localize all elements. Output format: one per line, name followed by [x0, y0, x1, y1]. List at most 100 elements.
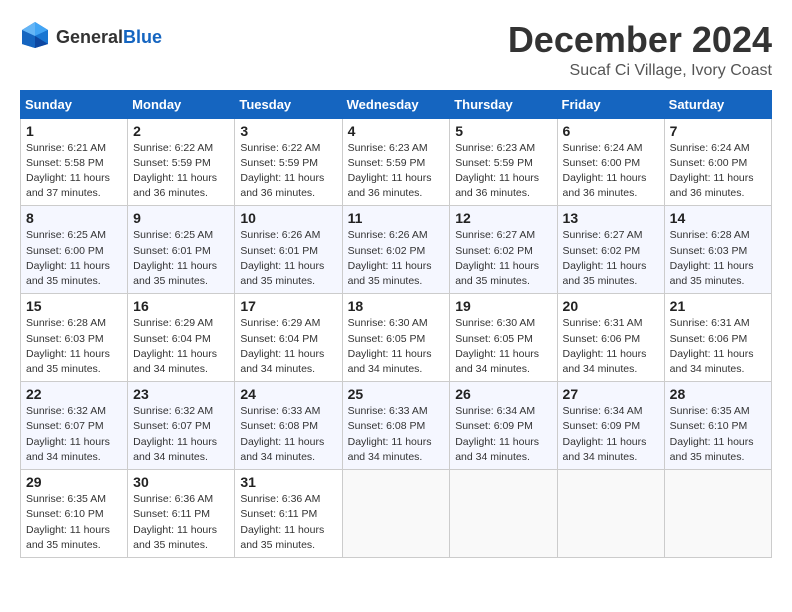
day-info: Sunrise: 6:23 AMSunset: 5:59 PMDaylight:…: [348, 141, 445, 202]
day-number: 20: [563, 298, 659, 314]
calendar-cell: 14Sunrise: 6:28 AMSunset: 6:03 PMDayligh…: [664, 206, 771, 294]
day-info: Sunrise: 6:21 AMSunset: 5:58 PMDaylight:…: [26, 141, 122, 202]
day-info: Sunrise: 6:26 AMSunset: 6:01 PMDaylight:…: [240, 228, 336, 289]
calendar-cell: 12 Sunrise: 6:27 AMSunset: 6:02 PMDayligh…: [450, 206, 557, 294]
day-info: Sunrise: 6:32 AMSunset: 6:07 PMDaylight:…: [26, 404, 122, 465]
day-info: Sunrise: 6:25 AMSunset: 6:00 PMDaylight:…: [26, 228, 122, 289]
calendar-cell: 15 Sunrise: 6:28 AMSunset: 6:03 PMDayligh…: [21, 294, 128, 382]
calendar-day-header: Monday: [128, 90, 235, 118]
day-number: 7: [670, 123, 766, 139]
calendar-day-header: Saturday: [664, 90, 771, 118]
calendar-cell: 18 Sunrise: 6:30 AMSunset: 6:05 PMDayligh…: [342, 294, 450, 382]
day-number: 15: [26, 298, 122, 314]
day-info: Sunrise: 6:27 AMSunset: 6:02 PMDaylight:…: [563, 228, 659, 289]
calendar-cell: [450, 470, 557, 558]
day-info: Sunrise: 6:27 AMSunset: 6:02 PMDaylight:…: [455, 228, 551, 289]
day-number: 19: [455, 298, 551, 314]
location-title: Sucaf Ci Village, Ivory Coast: [508, 62, 772, 80]
month-title: December 2024: [508, 20, 772, 60]
day-info: Sunrise: 6:35 AMSunset: 6:10 PMDaylight:…: [670, 404, 766, 465]
logo-general: General: [56, 27, 123, 47]
day-number: 3: [240, 123, 336, 139]
calendar-cell: 19 Sunrise: 6:30 AMSunset: 6:05 PMDayligh…: [450, 294, 557, 382]
day-info: Sunrise: 6:23 AMSunset: 5:59 PMDaylight:…: [455, 141, 551, 202]
calendar-cell: 20 Sunrise: 6:31 AMSunset: 6:06 PMDayligh…: [557, 294, 664, 382]
calendar-week-row: 8Sunrise: 6:25 AMSunset: 6:00 PMDaylight…: [21, 206, 772, 294]
day-number: 9: [133, 210, 229, 226]
day-number: 25: [348, 386, 445, 402]
day-number: 12: [455, 210, 551, 226]
calendar-cell: 28Sunrise: 6:35 AMSunset: 6:10 PMDayligh…: [664, 382, 771, 470]
day-info: Sunrise: 6:29 AMSunset: 6:04 PMDaylight:…: [133, 316, 229, 377]
day-info: Sunrise: 6:30 AMSunset: 6:05 PMDaylight:…: [455, 316, 551, 377]
logo-text: GeneralBlue: [56, 28, 162, 48]
day-number: 17: [240, 298, 336, 314]
day-number: 26: [455, 386, 551, 402]
calendar-cell: 22 Sunrise: 6:32 AMSunset: 6:07 PMDayligh…: [21, 382, 128, 470]
calendar-cell: 25 Sunrise: 6:33 AMSunset: 6:08 PMDayligh…: [342, 382, 450, 470]
day-number: 4: [348, 123, 445, 139]
day-number: 23: [133, 386, 229, 402]
day-number: 11: [348, 210, 445, 226]
day-info: Sunrise: 6:22 AMSunset: 5:59 PMDaylight:…: [240, 141, 336, 202]
day-info: Sunrise: 6:24 AMSunset: 6:00 PMDaylight:…: [563, 141, 659, 202]
calendar-week-row: 29 Sunrise: 6:35 AMSunset: 6:10 PMDayligh…: [21, 470, 772, 558]
calendar-header-row: SundayMondayTuesdayWednesdayThursdayFrid…: [21, 90, 772, 118]
day-info: Sunrise: 6:28 AMSunset: 6:03 PMDaylight:…: [670, 228, 766, 289]
day-number: 18: [348, 298, 445, 314]
day-info: Sunrise: 6:35 AMSunset: 6:10 PMDaylight:…: [26, 492, 122, 553]
calendar-cell: 17Sunrise: 6:29 AMSunset: 6:04 PMDayligh…: [235, 294, 342, 382]
calendar-cell: [342, 470, 450, 558]
day-info: Sunrise: 6:31 AMSunset: 6:06 PMDaylight:…: [670, 316, 766, 377]
calendar-day-header: Friday: [557, 90, 664, 118]
calendar-cell: 5Sunrise: 6:23 AMSunset: 5:59 PMDaylight…: [450, 118, 557, 206]
day-info: Sunrise: 6:33 AMSunset: 6:08 PMDaylight:…: [348, 404, 445, 465]
day-info: Sunrise: 6:34 AMSunset: 6:09 PMDaylight:…: [563, 404, 659, 465]
calendar-cell: 1 Sunrise: 6:21 AMSunset: 5:58 PMDaylight…: [21, 118, 128, 206]
calendar-cell: 16 Sunrise: 6:29 AMSunset: 6:04 PMDayligh…: [128, 294, 235, 382]
day-info: Sunrise: 6:32 AMSunset: 6:07 PMDaylight:…: [133, 404, 229, 465]
title-area: December 2024 Sucaf Ci Village, Ivory Co…: [508, 20, 772, 80]
day-info: Sunrise: 6:36 AMSunset: 6:11 PMDaylight:…: [240, 492, 336, 553]
logo-blue: Blue: [123, 27, 162, 47]
day-info: Sunrise: 6:36 AMSunset: 6:11 PMDaylight:…: [133, 492, 229, 553]
day-info: Sunrise: 6:31 AMSunset: 6:06 PMDaylight:…: [563, 316, 659, 377]
calendar-cell: 3 Sunrise: 6:22 AMSunset: 5:59 PMDaylight…: [235, 118, 342, 206]
day-number: 21: [670, 298, 766, 314]
calendar-body: 1 Sunrise: 6:21 AMSunset: 5:58 PMDaylight…: [21, 118, 772, 557]
day-number: 27: [563, 386, 659, 402]
day-number: 22: [26, 386, 122, 402]
calendar-cell: 29 Sunrise: 6:35 AMSunset: 6:10 PMDayligh…: [21, 470, 128, 558]
calendar-cell: [664, 470, 771, 558]
day-info: Sunrise: 6:30 AMSunset: 6:05 PMDaylight:…: [348, 316, 445, 377]
day-number: 24: [240, 386, 336, 402]
day-number: 13: [563, 210, 659, 226]
day-info: Sunrise: 6:26 AMSunset: 6:02 PMDaylight:…: [348, 228, 445, 289]
day-number: 16: [133, 298, 229, 314]
calendar-cell: 10 Sunrise: 6:26 AMSunset: 6:01 PMDayligh…: [235, 206, 342, 294]
calendar-week-row: 1 Sunrise: 6:21 AMSunset: 5:58 PMDaylight…: [21, 118, 772, 206]
day-info: Sunrise: 6:25 AMSunset: 6:01 PMDaylight:…: [133, 228, 229, 289]
day-number: 29: [26, 474, 122, 490]
day-info: Sunrise: 6:22 AMSunset: 5:59 PMDaylight:…: [133, 141, 229, 202]
day-info: Sunrise: 6:33 AMSunset: 6:08 PMDaylight:…: [240, 404, 336, 465]
calendar-cell: 31 Sunrise: 6:36 AMSunset: 6:11 PMDayligh…: [235, 470, 342, 558]
calendar-cell: 4 Sunrise: 6:23 AMSunset: 5:59 PMDaylight…: [342, 118, 450, 206]
day-info: Sunrise: 6:28 AMSunset: 6:03 PMDaylight:…: [26, 316, 122, 377]
day-number: 10: [240, 210, 336, 226]
calendar-cell: 21 Sunrise: 6:31 AMSunset: 6:06 PMDayligh…: [664, 294, 771, 382]
calendar-cell: 24 Sunrise: 6:33 AMSunset: 6:08 PMDayligh…: [235, 382, 342, 470]
calendar-day-header: Thursday: [450, 90, 557, 118]
day-number: 1: [26, 123, 122, 139]
calendar-cell: 6Sunrise: 6:24 AMSunset: 6:00 PMDaylight…: [557, 118, 664, 206]
calendar-cell: 30 Sunrise: 6:36 AMSunset: 6:11 PMDayligh…: [128, 470, 235, 558]
calendar-cell: 7Sunrise: 6:24 AMSunset: 6:00 PMDaylight…: [664, 118, 771, 206]
calendar-week-row: 15 Sunrise: 6:28 AMSunset: 6:03 PMDayligh…: [21, 294, 772, 382]
day-number: 30: [133, 474, 229, 490]
calendar-day-header: Wednesday: [342, 90, 450, 118]
calendar-cell: 8Sunrise: 6:25 AMSunset: 6:00 PMDaylight…: [21, 206, 128, 294]
calendar-cell: 27 Sunrise: 6:34 AMSunset: 6:09 PMDayligh…: [557, 382, 664, 470]
day-info: Sunrise: 6:34 AMSunset: 6:09 PMDaylight:…: [455, 404, 551, 465]
day-number: 31: [240, 474, 336, 490]
calendar-cell: [557, 470, 664, 558]
